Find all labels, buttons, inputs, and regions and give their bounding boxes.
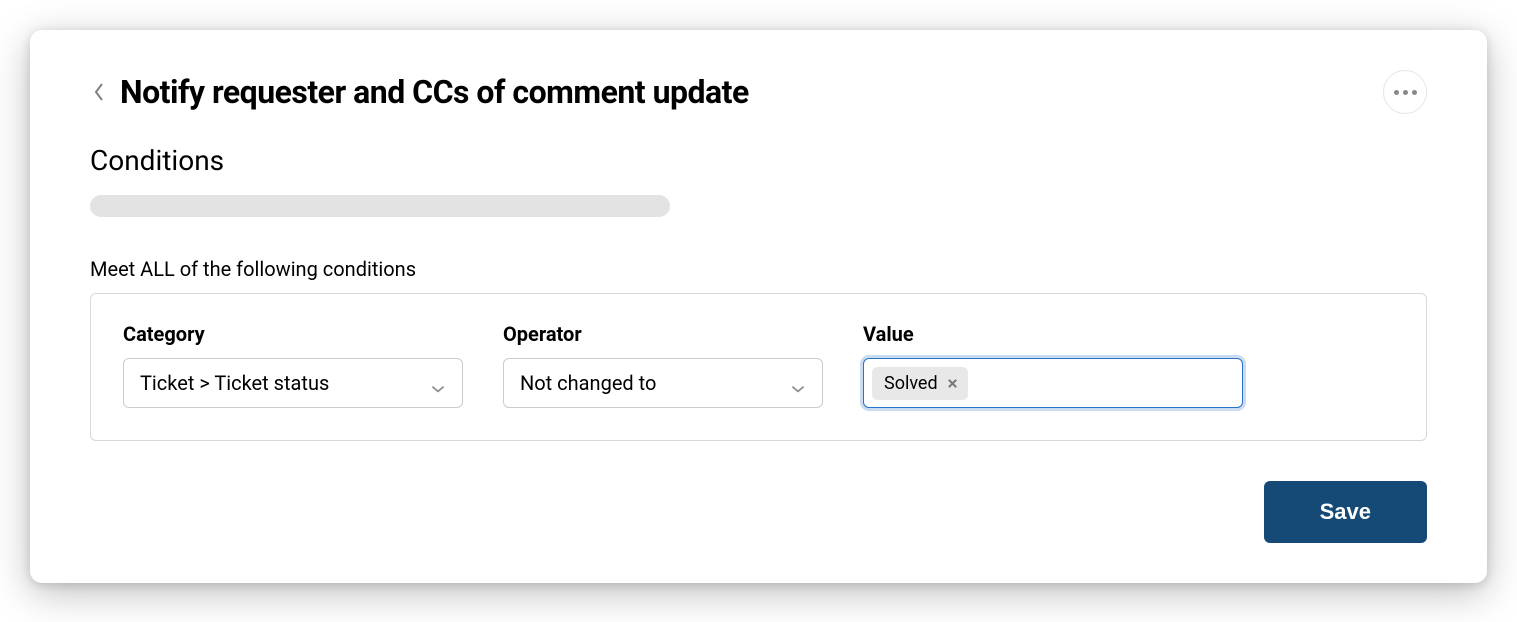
- category-field-group: Category Ticket > Ticket status: [123, 322, 463, 408]
- operator-label: Operator: [503, 322, 823, 346]
- back-button[interactable]: [90, 83, 108, 101]
- operator-select-value: Not changed to: [520, 371, 656, 395]
- title-group: Notify requester and CCs of comment upda…: [90, 73, 749, 111]
- category-label: Category: [123, 322, 463, 346]
- save-button[interactable]: Save: [1264, 481, 1427, 543]
- more-actions-button[interactable]: [1383, 70, 1427, 114]
- meet-all-label: Meet ALL of the following conditions: [90, 257, 1427, 281]
- chevron-down-icon: [430, 375, 446, 391]
- header-row: Notify requester and CCs of comment upda…: [90, 70, 1427, 114]
- trigger-edit-card: Notify requester and CCs of comment upda…: [30, 30, 1487, 583]
- value-field-group: Value Solved: [863, 322, 1243, 408]
- value-tag-input[interactable]: Solved: [863, 358, 1243, 408]
- operator-select[interactable]: Not changed to: [503, 358, 823, 408]
- close-icon: [947, 378, 958, 389]
- ellipsis-icon: [1394, 90, 1399, 95]
- conditions-all-box: Category Ticket > Ticket status Operator…: [90, 293, 1427, 441]
- remove-tag-button[interactable]: [946, 376, 960, 390]
- category-select-value: Ticket > Ticket status: [140, 371, 329, 395]
- value-tag-label: Solved: [884, 373, 938, 394]
- chevron-left-icon: [93, 82, 105, 102]
- conditions-section-title: Conditions: [90, 144, 1427, 177]
- footer-row: Save: [90, 481, 1427, 543]
- page-title: Notify requester and CCs of comment upda…: [120, 73, 749, 111]
- description-placeholder: [90, 195, 670, 217]
- operator-field-group: Operator Not changed to: [503, 322, 823, 408]
- value-tag: Solved: [872, 367, 968, 400]
- value-label: Value: [863, 322, 1243, 346]
- category-select[interactable]: Ticket > Ticket status: [123, 358, 463, 408]
- chevron-down-icon: [790, 375, 806, 391]
